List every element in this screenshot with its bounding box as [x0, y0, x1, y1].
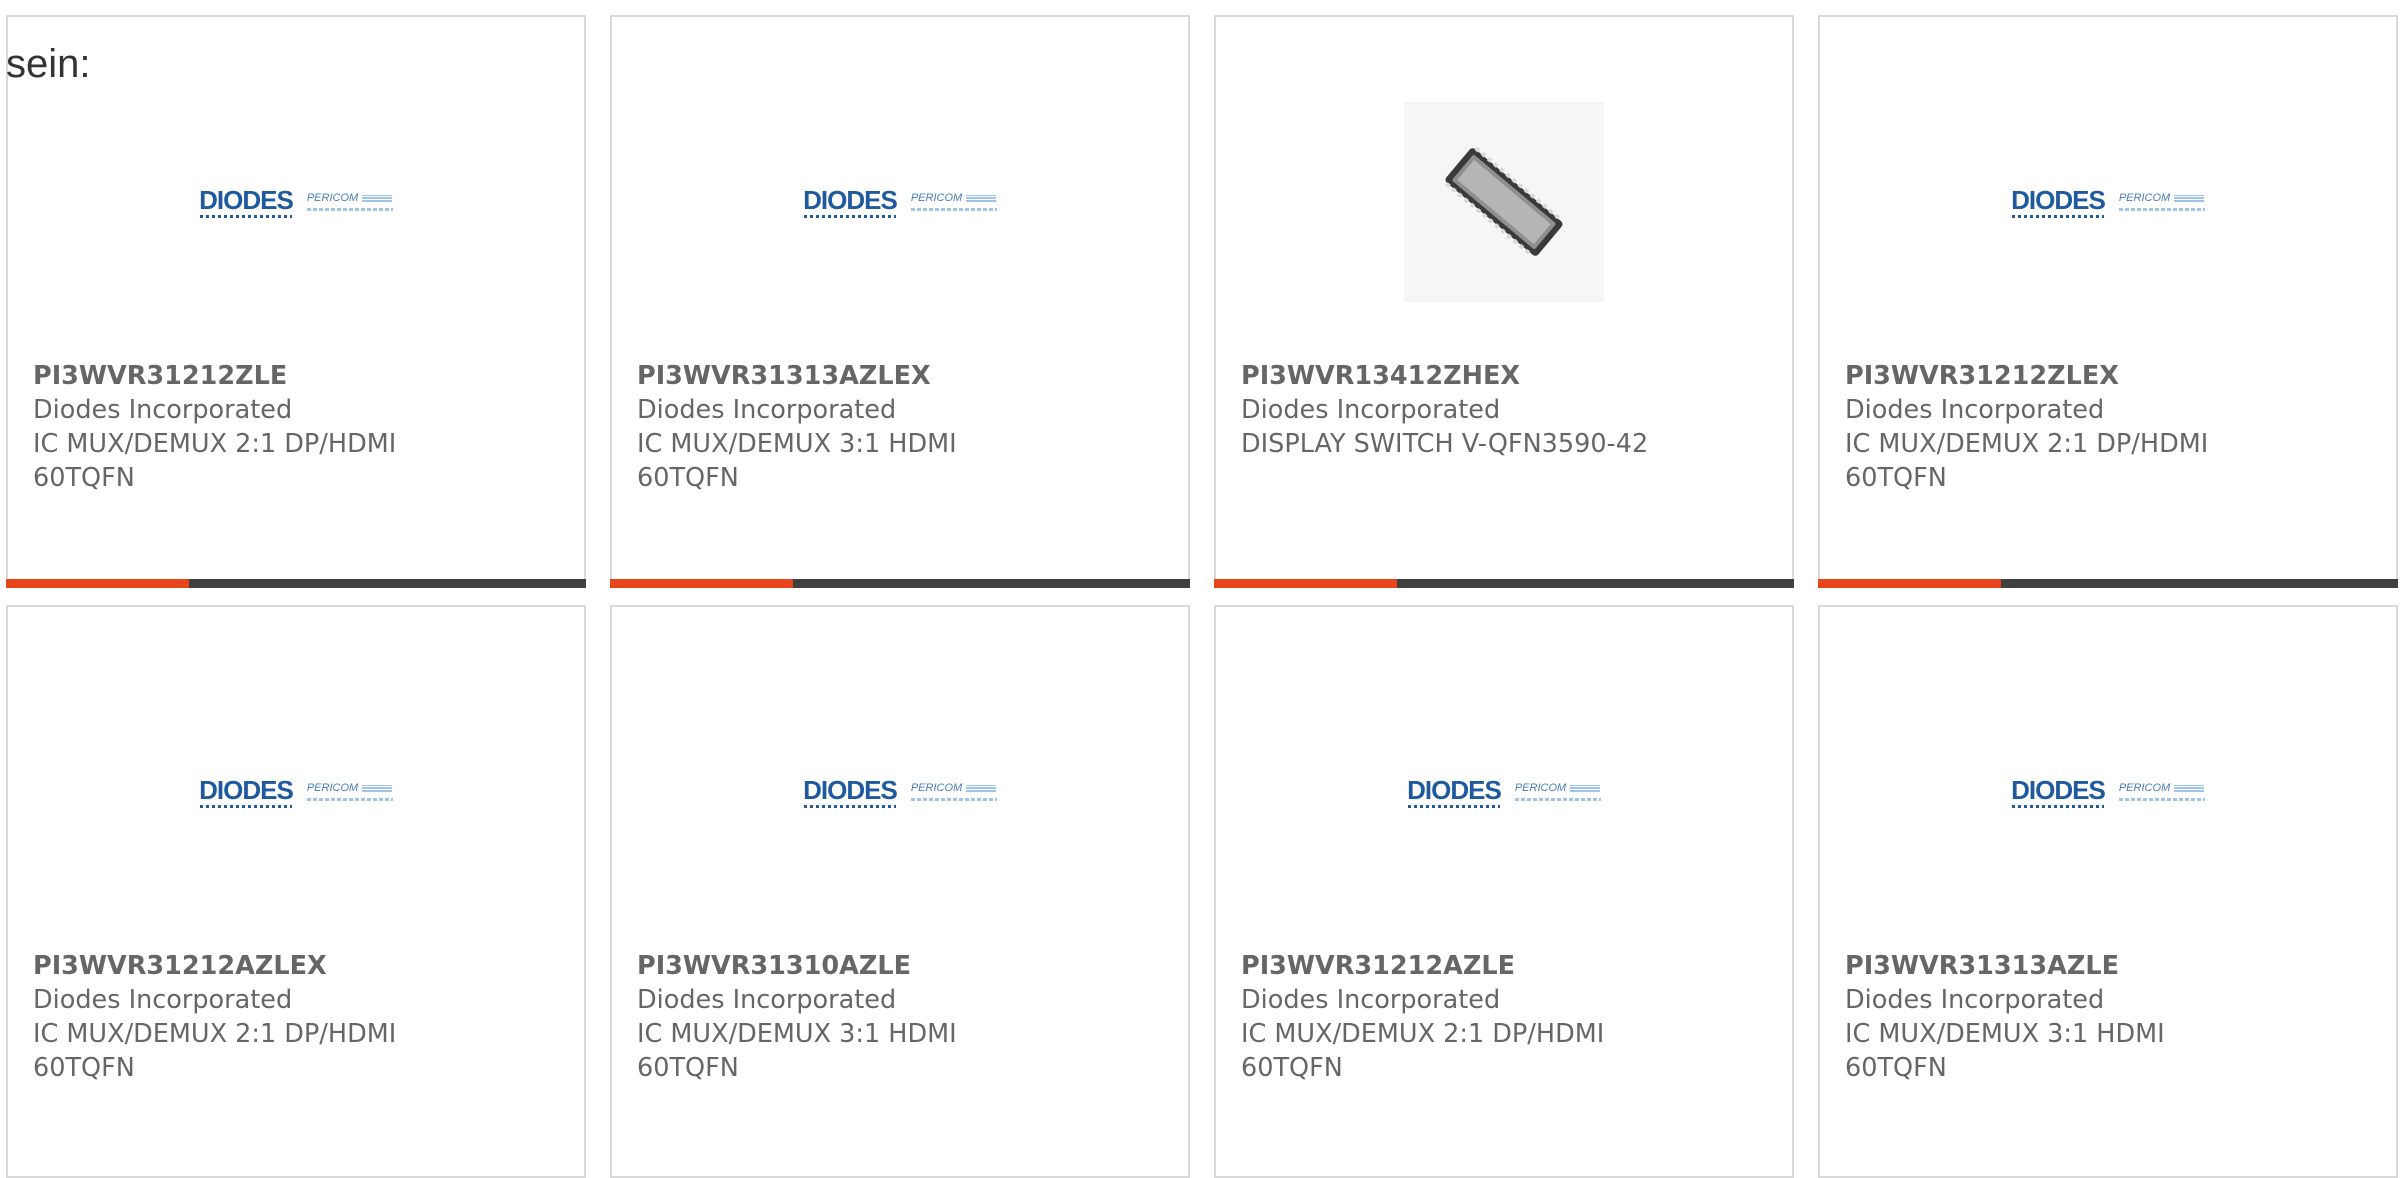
description-line: IC MUX/DEMUX 2:1 DP/HDMI — [33, 429, 397, 459]
manufacturer: Diodes Incorporated — [1241, 985, 1501, 1015]
diodes-logo-text: DIODES — [199, 774, 294, 805]
description-line: 60TQFN — [637, 1053, 739, 1083]
product-card[interactable]: PI3WVR13412ZHEX Diodes Incorporated DISP… — [1214, 15, 1794, 588]
card-progress-bar — [610, 579, 1190, 588]
part-number-link[interactable]: PI3WVR31212ZLEX — [1845, 359, 2376, 393]
diodes-logo-text: DIODES — [803, 774, 898, 805]
manufacturer: Diodes Incorporated — [1845, 395, 2105, 425]
diodes-pericom-logo: DIODES PERICOM — [2011, 187, 2205, 218]
part-number-link[interactable]: PI3WVR31313AZLEX — [637, 359, 1168, 393]
description-line: 60TQFN — [33, 1053, 135, 1083]
manufacturer: Diodes Incorporated — [1241, 395, 1501, 425]
product-card[interactable]: DIODES PERICOM PI3WVR31212ZLEX Diodes In… — [1818, 15, 2398, 588]
description-line: IC MUX/DEMUX 3:1 HDMI — [637, 429, 957, 459]
diodes-pericom-logo: DIODES PERICOM — [2011, 777, 2205, 808]
pericom-logo-text: PERICOM — [307, 783, 392, 794]
manufacturer: Diodes Incorporated — [33, 985, 293, 1015]
description-line: 60TQFN — [1241, 1053, 1343, 1083]
pericom-logo-text: PERICOM — [2119, 783, 2204, 794]
bar-dark-segment — [793, 579, 1190, 588]
product-grid: DIODES PERICOM PI3WVR31212ZLE Diodes Inc… — [6, 15, 2398, 1178]
product-image[interactable]: DIODES PERICOM — [1820, 687, 2396, 897]
product-image[interactable]: DIODES PERICOM — [8, 687, 584, 897]
diodes-logo-text: DIODES — [803, 184, 898, 215]
qfn-chip-photo — [1404, 102, 1604, 302]
description-line: 60TQFN — [1845, 1053, 1947, 1083]
pericom-logo-text: PERICOM — [911, 193, 996, 204]
product-image[interactable]: DIODES PERICOM — [1216, 687, 1792, 897]
diodes-pericom-logo: DIODES PERICOM — [199, 187, 393, 218]
diodes-logo-text: DIODES — [2011, 774, 2106, 805]
part-number-link[interactable]: PI3WVR31212ZLE — [33, 359, 564, 393]
description-line: IC MUX/DEMUX 2:1 DP/HDMI — [1845, 429, 2209, 459]
card-progress-bar — [6, 579, 586, 588]
product-image[interactable]: DIODES PERICOM — [612, 687, 1188, 897]
diodes-logo-text: DIODES — [2011, 184, 2106, 215]
manufacturer: Diodes Incorporated — [1845, 985, 2105, 1015]
description-line: IC MUX/DEMUX 3:1 HDMI — [1845, 1019, 2165, 1049]
description-line: IC MUX/DEMUX 2:1 DP/HDMI — [33, 1019, 397, 1049]
description-line: 60TQFN — [637, 463, 739, 493]
diodes-pericom-logo: DIODES PERICOM — [199, 777, 393, 808]
description-line: IC MUX/DEMUX 3:1 HDMI — [637, 1019, 957, 1049]
diodes-pericom-logo: DIODES PERICOM — [803, 777, 997, 808]
diodes-pericom-logo: DIODES PERICOM — [803, 187, 997, 218]
manufacturer: Diodes Incorporated — [33, 395, 293, 425]
bar-accent-segment — [610, 579, 793, 588]
bar-dark-segment — [1397, 579, 1794, 588]
product-image[interactable] — [1216, 97, 1792, 307]
pericom-logo-text: PERICOM — [911, 783, 996, 794]
product-image[interactable]: DIODES PERICOM — [1820, 97, 2396, 307]
part-number-link[interactable]: PI3WVR31310AZLE — [637, 949, 1168, 983]
pericom-logo-text: PERICOM — [2119, 193, 2204, 204]
product-card[interactable]: DIODES PERICOM PI3WVR31212AZLE Diodes In… — [1214, 605, 1794, 1178]
pericom-logo-text: PERICOM — [1515, 783, 1600, 794]
product-card[interactable]: DIODES PERICOM PI3WVR31212ZLE Diodes Inc… — [6, 15, 586, 588]
manufacturer: Diodes Incorporated — [637, 395, 897, 425]
description-line: 60TQFN — [1845, 463, 1947, 493]
diodes-logo-text: DIODES — [199, 184, 294, 215]
product-image[interactable]: DIODES PERICOM — [8, 97, 584, 307]
chip-icon — [1445, 146, 1563, 256]
part-number-link[interactable]: PI3WVR31212AZLEX — [33, 949, 564, 983]
card-progress-bar — [1818, 579, 2398, 588]
manufacturer: Diodes Incorporated — [637, 985, 897, 1015]
diodes-logo-text: DIODES — [1407, 774, 1502, 805]
product-card[interactable]: DIODES PERICOM PI3WVR31212AZLEX Diodes I… — [6, 605, 586, 1178]
product-card[interactable]: DIODES PERICOM PI3WVR31310AZLE Diodes In… — [610, 605, 1190, 1178]
bar-dark-segment — [2001, 579, 2398, 588]
description-line: IC MUX/DEMUX 2:1 DP/HDMI — [1241, 1019, 1605, 1049]
part-number-link[interactable]: PI3WVR31313AZLE — [1845, 949, 2376, 983]
product-card[interactable]: DIODES PERICOM PI3WVR31313AZLE Diodes In… — [1818, 605, 2398, 1178]
part-number-link[interactable]: PI3WVR31212AZLE — [1241, 949, 1772, 983]
bar-accent-segment — [1214, 579, 1397, 588]
part-number-link[interactable]: PI3WVR13412ZHEX — [1241, 359, 1772, 393]
pericom-logo-text: PERICOM — [307, 193, 392, 204]
bar-dark-segment — [189, 579, 586, 588]
card-progress-bar — [1214, 579, 1794, 588]
intro-text: sein: — [6, 42, 91, 86]
bar-accent-segment — [6, 579, 189, 588]
description-line: 60TQFN — [33, 463, 135, 493]
product-card[interactable]: DIODES PERICOM PI3WVR31313AZLEX Diodes I… — [610, 15, 1190, 588]
description-line: DISPLAY SWITCH V-QFN3590-42 — [1241, 429, 1649, 459]
product-image[interactable]: DIODES PERICOM — [612, 97, 1188, 307]
diodes-pericom-logo: DIODES PERICOM — [1407, 777, 1601, 808]
bar-accent-segment — [1818, 579, 2001, 588]
